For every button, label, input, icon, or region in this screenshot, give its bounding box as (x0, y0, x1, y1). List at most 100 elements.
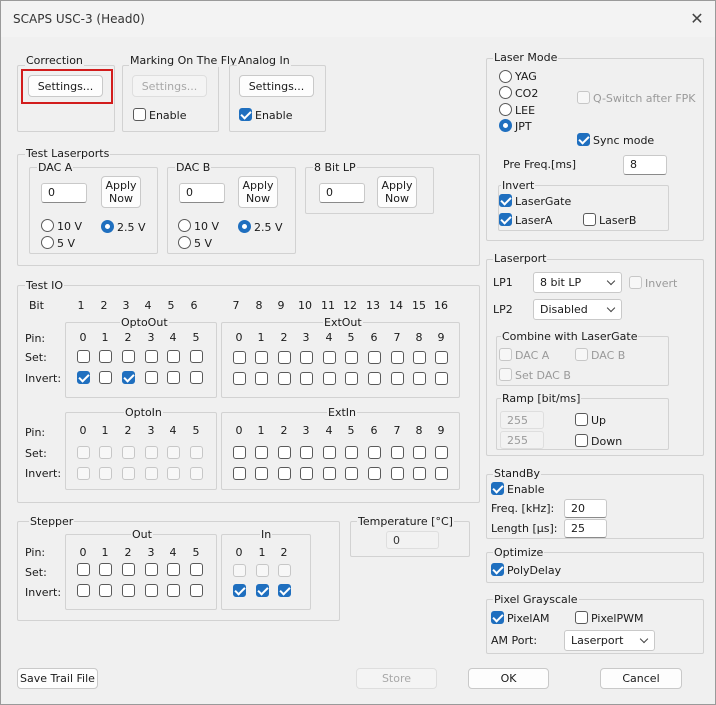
optoout-invert-checkbox[interactable] (122, 371, 135, 384)
combine-daca-checkbox[interactable] (499, 348, 512, 361)
optoout-set-checkbox[interactable] (167, 350, 180, 363)
extout-invert-checkbox[interactable] (255, 372, 268, 385)
save-trail-button[interactable]: Save Trail File (17, 668, 98, 689)
extin-set-checkbox[interactable] (300, 446, 313, 459)
extin-invert-checkbox[interactable] (435, 467, 448, 480)
stepper-out-set-checkbox[interactable] (77, 563, 90, 576)
stepper-out-set-checkbox[interactable] (122, 563, 135, 576)
extin-invert-checkbox[interactable] (300, 467, 313, 480)
extin-invert-checkbox[interactable] (233, 467, 246, 480)
laserb-checkbox[interactable] (583, 213, 596, 226)
ramp-down-field[interactable]: 255 (500, 431, 544, 449)
set-dacb-checkbox[interactable] (499, 368, 512, 381)
optoout-invert-checkbox[interactable] (190, 371, 203, 384)
freq-input[interactable]: 20 (564, 499, 607, 518)
dacb-5v-radio[interactable] (178, 236, 191, 249)
extout-invert-checkbox[interactable] (278, 372, 291, 385)
analog-enable-checkbox[interactable] (239, 108, 252, 121)
stepper-out-set-checkbox[interactable] (167, 563, 180, 576)
extin-invert-checkbox[interactable] (278, 467, 291, 480)
extout-invert-checkbox[interactable] (323, 372, 336, 385)
optoout-invert-checkbox[interactable] (99, 371, 112, 384)
optoout-set-checkbox[interactable] (99, 350, 112, 363)
extout-set-checkbox[interactable] (278, 351, 291, 364)
lee-radio[interactable] (499, 103, 512, 116)
stepper-out-invert-checkbox[interactable] (99, 584, 112, 597)
stepper-out-invert-checkbox[interactable] (122, 584, 135, 597)
dacb-10v-radio[interactable] (178, 219, 191, 232)
stepper-out-invert-checkbox[interactable] (77, 584, 90, 597)
pixelam-checkbox[interactable] (491, 611, 504, 624)
extout-set-checkbox[interactable] (413, 351, 426, 364)
optoout-set-checkbox[interactable] (190, 350, 203, 363)
daca-input[interactable]: 0 (41, 183, 87, 203)
polydelay-checkbox[interactable] (491, 563, 504, 576)
optoout-invert-checkbox[interactable] (167, 371, 180, 384)
extout-invert-checkbox[interactable] (368, 372, 381, 385)
extin-invert-checkbox[interactable] (391, 467, 404, 480)
daca-2.5v-radio[interactable] (101, 220, 114, 233)
amport-select[interactable]: Laserport (564, 630, 655, 651)
marking-settings-button[interactable]: Settings... (132, 75, 207, 97)
extin-invert-checkbox[interactable] (255, 467, 268, 480)
dacb-input[interactable]: 0 (179, 183, 225, 203)
extin-invert-checkbox[interactable] (413, 467, 426, 480)
lp1-select[interactable]: 8 bit LP (533, 272, 622, 293)
extout-set-checkbox[interactable] (435, 351, 448, 364)
extin-invert-checkbox[interactable] (323, 467, 336, 480)
stepper-out-set-checkbox[interactable] (99, 563, 112, 576)
stepper-out-invert-checkbox[interactable] (190, 584, 203, 597)
lasera-checkbox[interactable] (499, 213, 512, 226)
stepper-in-invert-checkbox[interactable] (256, 584, 269, 597)
pixelpwm-checkbox[interactable] (575, 611, 588, 624)
stepper-out-invert-checkbox[interactable] (145, 584, 158, 597)
marking-enable-checkbox[interactable] (133, 108, 146, 121)
lp8-apply-button[interactable]: Apply Now (377, 176, 417, 208)
jpt-radio[interactable] (499, 119, 512, 132)
store-button[interactable]: Store (356, 668, 437, 689)
extin-set-checkbox[interactable] (345, 446, 358, 459)
extout-invert-checkbox[interactable] (345, 372, 358, 385)
extin-set-checkbox[interactable] (368, 446, 381, 459)
cancel-button[interactable]: Cancel (600, 668, 682, 689)
ramp-down-checkbox[interactable] (575, 434, 588, 447)
extin-set-checkbox[interactable] (278, 446, 291, 459)
yag-radio[interactable] (499, 70, 512, 83)
extin-invert-checkbox[interactable] (368, 467, 381, 480)
daca-apply-button[interactable]: Apply Now (101, 176, 141, 208)
optoout-set-checkbox[interactable] (145, 350, 158, 363)
extin-set-checkbox[interactable] (323, 446, 336, 459)
extout-invert-checkbox[interactable] (233, 372, 246, 385)
daca-10v-radio[interactable] (41, 219, 54, 232)
optoout-set-checkbox[interactable] (77, 350, 90, 363)
co2-radio[interactable] (499, 86, 512, 99)
lasergate-checkbox[interactable] (499, 194, 512, 207)
extout-invert-checkbox[interactable] (391, 372, 404, 385)
analog-settings-button[interactable]: Settings... (239, 75, 314, 97)
optoout-invert-checkbox[interactable] (77, 371, 90, 384)
stepper-out-set-checkbox[interactable] (190, 563, 203, 576)
extout-set-checkbox[interactable] (300, 351, 313, 364)
lp1-invert-checkbox[interactable] (629, 276, 642, 289)
ok-button[interactable]: OK (468, 668, 549, 689)
extout-set-checkbox[interactable] (391, 351, 404, 364)
lp2-select[interactable]: Disabled (533, 299, 622, 320)
lp8-input[interactable]: 0 (319, 183, 365, 203)
prefreq-input[interactable]: 8 (623, 155, 667, 175)
length-input[interactable]: 25 (564, 519, 607, 538)
optoout-set-checkbox[interactable] (122, 350, 135, 363)
dacb-apply-button[interactable]: Apply Now (238, 176, 278, 208)
ramp-up-field[interactable]: 255 (500, 411, 544, 429)
stepper-in-invert-checkbox[interactable] (278, 584, 291, 597)
extout-set-checkbox[interactable] (255, 351, 268, 364)
extout-set-checkbox[interactable] (345, 351, 358, 364)
extin-set-checkbox[interactable] (413, 446, 426, 459)
extin-set-checkbox[interactable] (391, 446, 404, 459)
optoout-invert-checkbox[interactable] (145, 371, 158, 384)
extout-invert-checkbox[interactable] (435, 372, 448, 385)
stepper-out-set-checkbox[interactable] (145, 563, 158, 576)
extin-set-checkbox[interactable] (255, 446, 268, 459)
extout-set-checkbox[interactable] (233, 351, 246, 364)
extout-set-checkbox[interactable] (368, 351, 381, 364)
standby-enable-checkbox[interactable] (491, 482, 504, 495)
